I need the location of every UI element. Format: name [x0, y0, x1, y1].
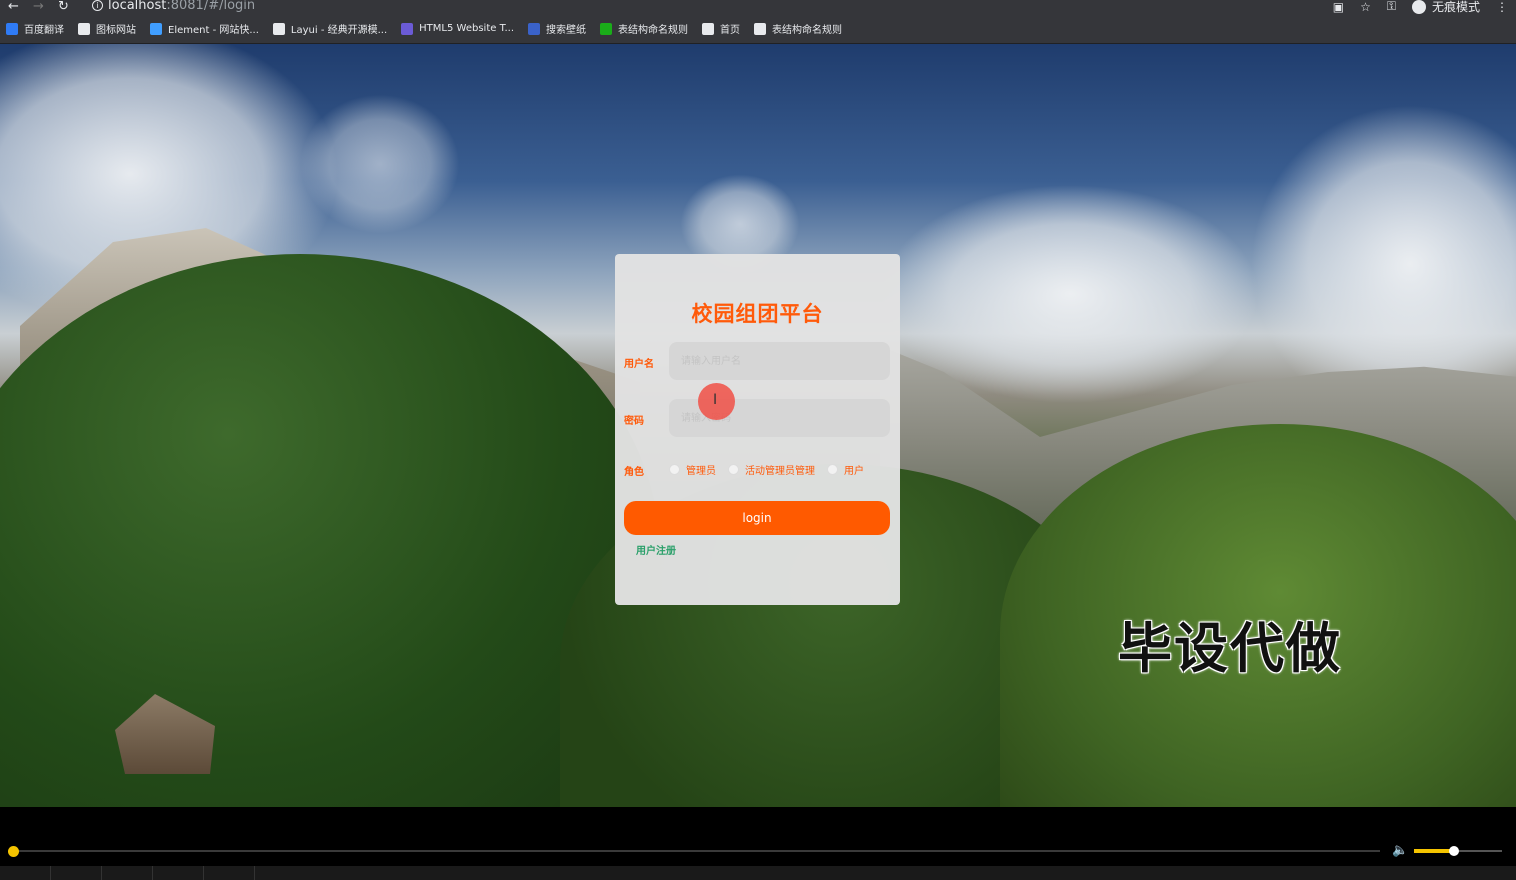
username-input[interactable]: [669, 342, 890, 380]
role-option-label: 活动管理员管理: [745, 466, 815, 477]
bookmark-star-icon[interactable]: ☆: [1360, 0, 1371, 14]
taskbar-strip: [0, 866, 1516, 880]
text-cursor-icon: I: [713, 392, 718, 408]
bookmark-item[interactable]: Element - 网站快...: [150, 21, 259, 36]
role-label: 角色: [624, 467, 644, 478]
role-option-user[interactable]: 用户: [827, 462, 864, 477]
bookmark-icon: [600, 22, 613, 35]
bookmark-icon: [78, 22, 90, 35]
bookmark-icon: [150, 22, 162, 35]
bookmark-icon: [702, 22, 715, 35]
progress-track[interactable]: [14, 850, 1380, 852]
address-bar: ← → ↻ i localhost:8081/#/login ▣ ☆ ⚿ 无痕模…: [0, 0, 1516, 14]
bookmark-label: 首页: [720, 25, 741, 36]
bookmark-icon: [754, 22, 767, 35]
bookmark-item[interactable]: 百度翻译: [6, 21, 64, 36]
toolbar-right: ▣ ☆ ⚿ 无痕模式 ⋮: [1333, 0, 1508, 15]
bookmark-item[interactable]: 表结构命名规则: [600, 21, 688, 36]
bookmark-item[interactable]: 首页: [702, 21, 740, 36]
bookmark-label: 图标网站: [96, 25, 136, 36]
translate-icon[interactable]: ▣: [1333, 0, 1344, 14]
role-option-label: 用户: [844, 466, 864, 477]
bookmark-label: HTML5 Website T...: [419, 23, 515, 34]
volume-handle[interactable]: [1448, 846, 1459, 856]
bookmark-item[interactable]: HTML5 Website T...: [401, 22, 515, 35]
bookmark-item[interactable]: 表结构命名规则: [754, 21, 842, 36]
bookmark-label: 表结构命名规则: [618, 25, 689, 36]
progress-handle[interactable]: [8, 846, 19, 857]
menu-icon[interactable]: ⋮: [1496, 0, 1508, 14]
bookmarks-bar: 百度翻译 图标网站 Element - 网站快... Layui - 经典开源模...…: [0, 14, 1516, 44]
bookmark-label: 百度翻译: [24, 25, 64, 36]
role-option-activity-admin[interactable]: 活动管理员管理: [728, 462, 815, 477]
incognito-icon: [1411, 0, 1426, 14]
url-path: :8081/#/login: [166, 0, 256, 13]
radio-button[interactable]: [728, 464, 739, 475]
bookmark-item[interactable]: 图标网站: [78, 21, 136, 36]
username-label: 用户名: [624, 359, 654, 370]
role-radio-group: 管理员 活动管理员管理 用户: [669, 462, 870, 477]
login-button[interactable]: login: [624, 501, 890, 535]
bookmark-icon: [272, 22, 285, 35]
bookmark-label: Layui - 经典开源模...: [290, 25, 388, 36]
url-field[interactable]: localhost:8081/#/login: [108, 0, 255, 13]
bookmark-label: 表结构命名规则: [772, 25, 843, 36]
password-label: 密码: [624, 416, 644, 427]
key-icon[interactable]: ⚿: [1387, 0, 1396, 14]
incognito-indicator[interactable]: 无痕模式: [1411, 0, 1480, 15]
bookmark-icon: [6, 22, 18, 35]
forward-icon[interactable]: →: [33, 0, 44, 14]
role-option-label: 管理员: [686, 466, 716, 477]
bookmark-label: Element - 网站快...: [168, 25, 259, 36]
bookmark-item[interactable]: 搜索壁纸: [528, 21, 586, 36]
bookmark-icon: [528, 22, 541, 35]
incognito-label: 无痕模式: [1431, 0, 1480, 14]
back-icon[interactable]: ←: [8, 0, 19, 14]
radio-button[interactable]: [827, 464, 838, 475]
reload-icon[interactable]: ↻: [58, 0, 69, 14]
volume-fill: [1414, 849, 1454, 853]
bookmark-item[interactable]: Layui - 经典开源模...: [272, 21, 388, 36]
radio-button[interactable]: [669, 464, 680, 475]
bookmark-label: 搜索壁纸: [546, 25, 587, 36]
url-host: localhost: [108, 0, 167, 13]
register-link[interactable]: 用户注册: [636, 542, 676, 557]
bookmark-icon: [401, 22, 414, 35]
page-title: 校园组团平台: [691, 302, 824, 326]
login-form: 校园组团平台 用户名 密码 角色 管理员 活动管理员管理 用户 login 用户…: [615, 254, 900, 605]
watermark-text: 毕设代做: [1118, 617, 1342, 680]
site-info-icon[interactable]: i: [92, 0, 103, 11]
role-option-admin[interactable]: 管理员: [669, 462, 716, 477]
volume-icon[interactable]: 🔈: [1392, 843, 1408, 858]
